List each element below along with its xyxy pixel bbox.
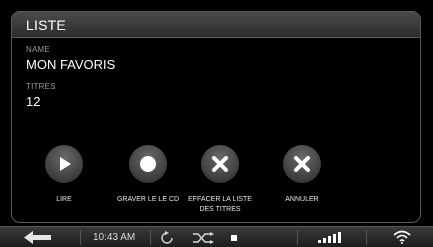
divider — [366, 230, 367, 245]
play-button[interactable]: LIRE — [24, 145, 104, 205]
signal-strength-icon — [318, 232, 341, 243]
screen: LISTE NAME MON FAVORIS TITRES 12 LIRE GR… — [0, 0, 433, 247]
name-label: NAME — [26, 45, 50, 54]
divider — [150, 230, 151, 245]
back-arrow-icon[interactable] — [24, 231, 52, 244]
play-label: LIRE — [56, 196, 72, 203]
clear-list-button[interactable]: EFFACER LA LISTE DES TITRES — [180, 145, 260, 213]
play-icon — [60, 157, 71, 171]
name-value: MON FAVORIS — [26, 57, 116, 72]
panel-title: LISTE — [26, 17, 66, 33]
divider — [297, 230, 298, 245]
burn-cd-button[interactable]: GRAVER LE LE CD — [108, 145, 188, 205]
clear-list-label: EFFACER LA LISTE DES TITRES — [188, 196, 252, 213]
stop-icon[interactable] — [231, 235, 237, 241]
cancel-button[interactable]: ANNULER — [262, 145, 342, 205]
close-icon — [212, 156, 228, 172]
titles-value: 12 — [26, 94, 41, 109]
titles-label: TITRES — [26, 82, 56, 91]
clock-time: 10:43 AM — [93, 232, 136, 243]
close-icon — [294, 156, 310, 172]
cancel-button-circle[interactable] — [283, 145, 321, 183]
shuffle-icon[interactable] — [192, 232, 214, 244]
clear-list-button-circle[interactable] — [201, 145, 239, 183]
status-bar: 10:43 AM — [0, 226, 433, 247]
wifi-icon — [393, 230, 411, 244]
play-button-circle[interactable] — [45, 145, 83, 183]
panel-header: LISTE — [12, 12, 420, 38]
record-icon — [140, 156, 156, 172]
burn-cd-button-circle[interactable] — [129, 145, 167, 183]
divider — [80, 230, 81, 245]
cancel-label: ANNULER — [285, 196, 319, 203]
repeat-icon[interactable] — [160, 231, 174, 245]
burn-cd-label: GRAVER LE LE CD — [116, 196, 180, 203]
